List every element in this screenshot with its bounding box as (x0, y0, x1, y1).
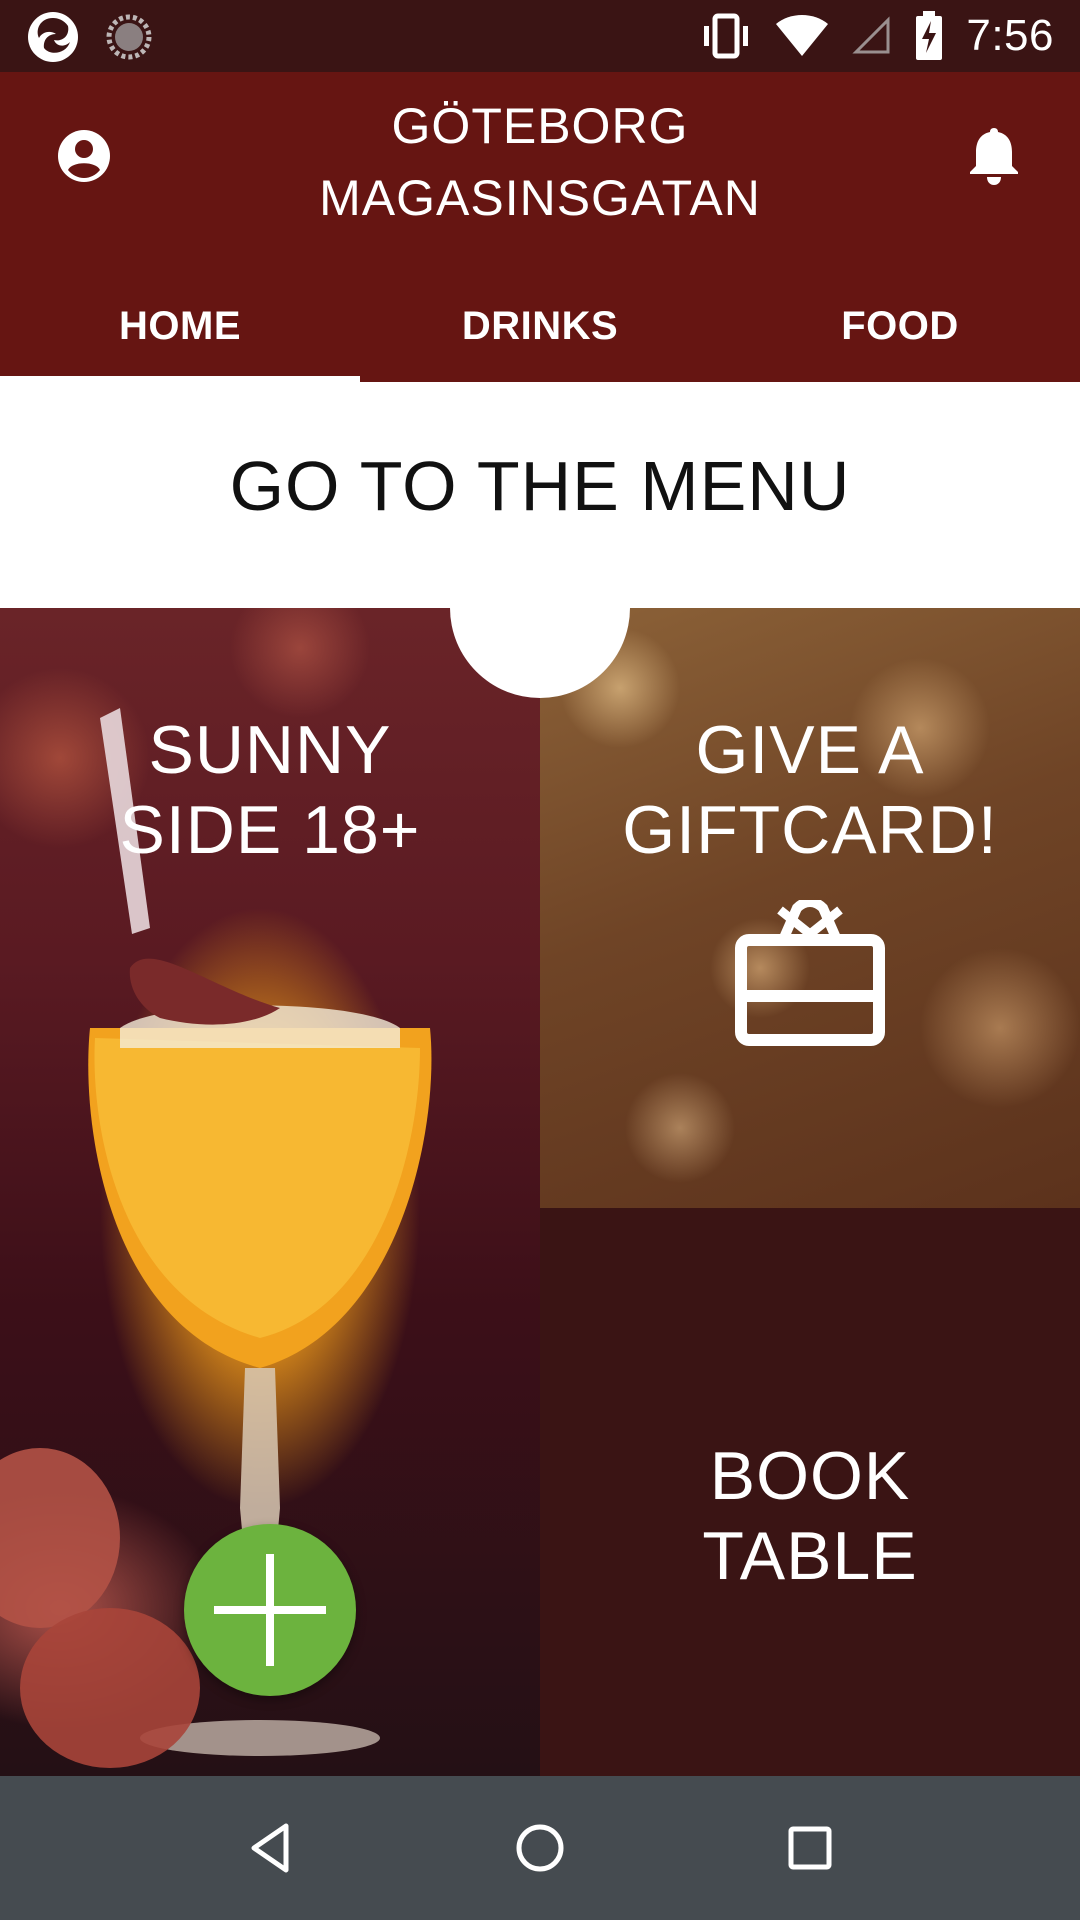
location-street: MAGASINSGATAN (319, 170, 761, 226)
status-time: 7:56 (966, 11, 1054, 60)
tab-drinks[interactable]: DRINKS (360, 270, 720, 382)
banner-notch (450, 518, 630, 698)
sunny-side-line2: SIDE 18+ (119, 792, 421, 868)
add-fab-button[interactable] (184, 1524, 356, 1696)
giftcard-line2: GIFTCARD! (622, 792, 998, 868)
plus-icon (214, 1554, 326, 1666)
go-to-menu-label: GO TO THE MENU (229, 447, 851, 525)
status-left-icons (26, 10, 152, 64)
home-icon[interactable] (510, 1818, 570, 1878)
giftcard-line1: GIVE A (695, 712, 925, 788)
giftcard-tile[interactable]: GIVE A GIFTCARD! (540, 608, 1080, 1208)
wifi-icon (776, 15, 829, 56)
recents-icon[interactable] (780, 1818, 840, 1878)
location-city: GÖTEBORG (391, 98, 689, 154)
book-table-line2: TABLE (702, 1518, 918, 1594)
notifications-button[interactable] (964, 124, 1024, 186)
app-header: GÖTEBORG MAGASINSGATAN HOME DRINKS FOOD (0, 72, 1080, 382)
tab-food[interactable]: FOOD (720, 270, 1080, 382)
location-title[interactable]: GÖTEBORG MAGASINSGATAN (0, 90, 1080, 234)
cellular-icon (852, 16, 890, 54)
giftcard-title: GIVE A GIFTCARD! (540, 710, 1080, 870)
tab-home[interactable]: HOME (0, 270, 360, 382)
book-table-tile[interactable]: BOOK TABLE (540, 1208, 1080, 1776)
sunny-side-title: SUNNY SIDE 18+ (0, 710, 540, 870)
app-notification-icon (28, 12, 78, 62)
tab-bar: HOME DRINKS FOOD (0, 270, 1080, 382)
vibrate-icon (704, 13, 749, 59)
giftcard-icon (735, 900, 885, 1046)
book-table-title: BOOK TABLE (540, 1436, 1080, 1596)
system-nav-bar (0, 1776, 1080, 1920)
sunny-side-line1: SUNNY (148, 712, 392, 788)
back-icon[interactable] (240, 1818, 300, 1878)
bell-icon (970, 128, 1018, 185)
sync-icon (106, 14, 152, 60)
status-bar: 7:56 (0, 0, 1080, 72)
battery-charging-icon (916, 11, 943, 60)
book-table-line1: BOOK (709, 1438, 911, 1514)
status-right-icons: 7:56 (700, 0, 1054, 72)
